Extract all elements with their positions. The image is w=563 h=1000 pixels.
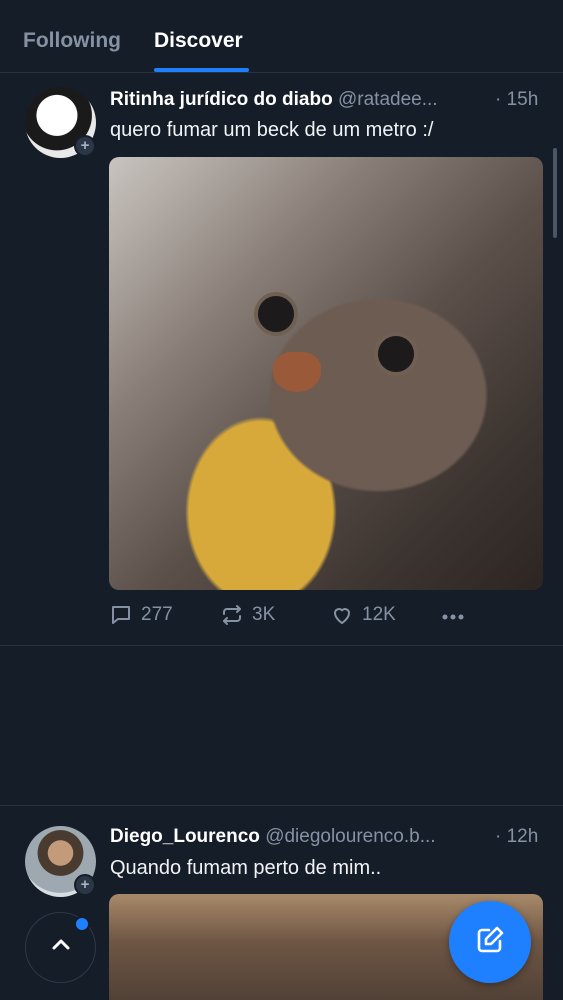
follow-plus-icon[interactable]: + <box>74 135 96 157</box>
post-image[interactable] <box>109 157 543 590</box>
repost-button[interactable]: 3K <box>220 603 275 627</box>
active-tab-indicator <box>154 68 249 72</box>
follow-plus-icon[interactable]: + <box>74 874 96 896</box>
repost-icon <box>220 603 244 627</box>
author-name[interactable]: Diego_Lourenco <box>110 826 260 847</box>
feed-tabs: Following Discover <box>0 0 563 73</box>
like-icon <box>330 603 354 627</box>
cat-eye-right <box>374 332 418 376</box>
tab-discover[interactable]: Discover <box>154 29 243 53</box>
post-text: quero fumar um beck de um metro :/ <box>110 119 434 141</box>
post-time: · 12h <box>495 826 539 847</box>
compose-button[interactable] <box>449 901 531 983</box>
more-icon <box>440 605 466 629</box>
post-actions: 277 3K 12K <box>109 603 549 633</box>
post-time: · 15h <box>495 89 539 110</box>
new-posts-dot <box>74 916 90 932</box>
like-count: 12K <box>362 604 396 625</box>
reply-count: 277 <box>141 604 173 625</box>
like-button[interactable]: 12K <box>330 603 396 627</box>
reply-icon <box>109 603 133 627</box>
feed-post[interactable]: + Ritinha jurídico do diabo @ratadee... … <box>0 73 563 646</box>
scrollbar[interactable] <box>553 148 557 238</box>
compose-icon <box>473 923 507 962</box>
post-text: Quando fumam perto de mim.. <box>110 857 382 879</box>
cat-eye-left <box>254 292 298 336</box>
repost-count: 3K <box>252 604 276 625</box>
app-screen: Following Discover + Ritinha jurídico do… <box>0 0 563 1000</box>
author-handle: @ratadee... <box>338 89 438 110</box>
cat-nose <box>273 352 321 392</box>
author-handle: @diegolourenco.b... <box>265 826 436 847</box>
more-options-button[interactable] <box>440 605 466 629</box>
post-header: Diego_Lourenco @diegolourenco.b... <box>110 826 436 848</box>
post-header: Ritinha jurídico do diabo @ratadee... <box>110 89 438 111</box>
tab-following[interactable]: Following <box>23 29 121 53</box>
chevron-up-icon <box>48 932 74 963</box>
author-name[interactable]: Ritinha jurídico do diabo <box>110 89 333 110</box>
reply-button[interactable]: 277 <box>109 603 173 627</box>
